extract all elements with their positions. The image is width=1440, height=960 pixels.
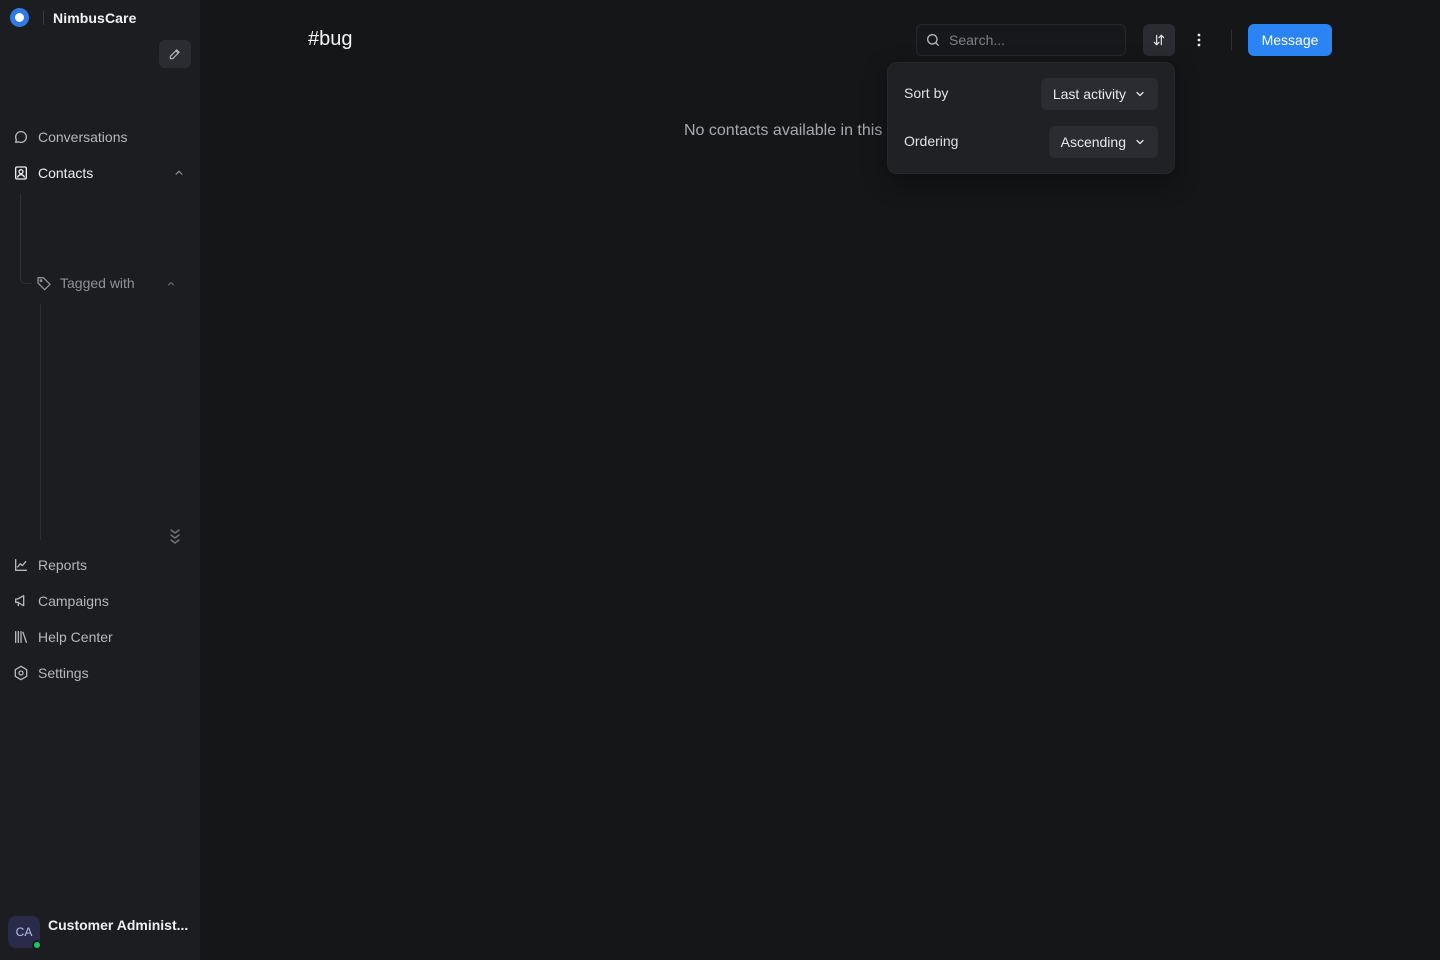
online-status-dot	[32, 940, 42, 950]
user-profile[interactable]: CA Customer Administ...	[8, 916, 189, 950]
chat-bubble-icon	[12, 128, 30, 146]
chevron-up-icon[interactable]	[172, 166, 186, 180]
sidebar-item-label: Help Center	[38, 629, 113, 645]
ordering-label: Ordering	[904, 133, 959, 149]
sidebar-item-conversations[interactable]: Conversations	[12, 127, 128, 147]
sidebar-item-contacts[interactable]: Contacts	[12, 163, 93, 183]
more-options-button[interactable]	[1187, 28, 1211, 52]
avatar: CA	[8, 916, 42, 950]
search-icon	[927, 34, 939, 46]
app-root: NimbusCare Conversations Contacts Tagged…	[0, 0, 1440, 960]
brand[interactable]: NimbusCare	[10, 8, 136, 27]
tree-elbow	[20, 270, 32, 284]
sidebar-item-help-center[interactable]: Help Center	[12, 627, 113, 647]
chevron-down-icon	[1134, 136, 1146, 148]
sort-by-value: Last activity	[1052, 86, 1126, 102]
page-title: #bug	[308, 28, 353, 50]
contacts-icon	[12, 164, 30, 182]
compose-button[interactable]	[159, 40, 191, 68]
tagged-with-group[interactable]: Tagged with	[36, 275, 135, 291]
sort-by-label: Sort by	[904, 85, 949, 101]
tag-icon	[37, 277, 51, 291]
brand-divider	[43, 10, 44, 25]
sidebar-item-settings[interactable]: Settings	[12, 663, 89, 683]
sidebar: NimbusCare Conversations Contacts Tagged…	[0, 0, 200, 960]
toolbar-divider	[1231, 30, 1232, 50]
tree-guide-line	[40, 304, 41, 540]
search-placeholder: Search...	[949, 32, 1006, 48]
search-input[interactable]: Search...	[916, 24, 1126, 56]
tagged-with-label: Tagged with	[60, 275, 135, 291]
line-chart-icon	[12, 556, 30, 574]
sidebar-item-label: Settings	[38, 665, 89, 681]
chevrons-down-icon[interactable]	[167, 528, 183, 546]
empty-state-text: No contacts available in this	[684, 122, 883, 139]
avatar-initials: CA	[15, 925, 33, 939]
message-button[interactable]: Message	[1248, 24, 1332, 56]
sort-by-select[interactable]: Last activity	[1040, 78, 1158, 110]
sidebar-item-reports[interactable]: Reports	[12, 555, 87, 575]
sidebar-item-label: Conversations	[38, 129, 128, 145]
tree-guide-line	[20, 194, 21, 272]
brand-name: NimbusCare	[53, 9, 137, 26]
ordering-select[interactable]: Ascending	[1048, 126, 1158, 158]
megaphone-icon	[12, 592, 30, 610]
ordering-value: Ascending	[1060, 134, 1126, 150]
chevron-up-icon[interactable]	[165, 278, 177, 290]
sort-button[interactable]	[1143, 24, 1175, 56]
brand-logo-icon	[10, 8, 29, 27]
sidebar-item-label: Reports	[38, 557, 88, 573]
sidebar-item-label: Contacts	[38, 165, 94, 181]
kebab-menu-icon	[1197, 33, 1201, 47]
pencil-icon	[169, 49, 180, 60]
sidebar-item-label: Campaigns	[38, 593, 109, 609]
sidebar-item-campaigns[interactable]: Campaigns	[12, 591, 109, 611]
sort-arrows-icon	[1153, 34, 1165, 46]
sort-popover: Sort by Last activity Ordering Ascending	[887, 62, 1175, 174]
library-icon	[12, 628, 30, 646]
profile-name: Customer Administ...	[48, 917, 189, 933]
chevron-down-icon	[1134, 88, 1146, 100]
gear-icon	[12, 664, 30, 682]
